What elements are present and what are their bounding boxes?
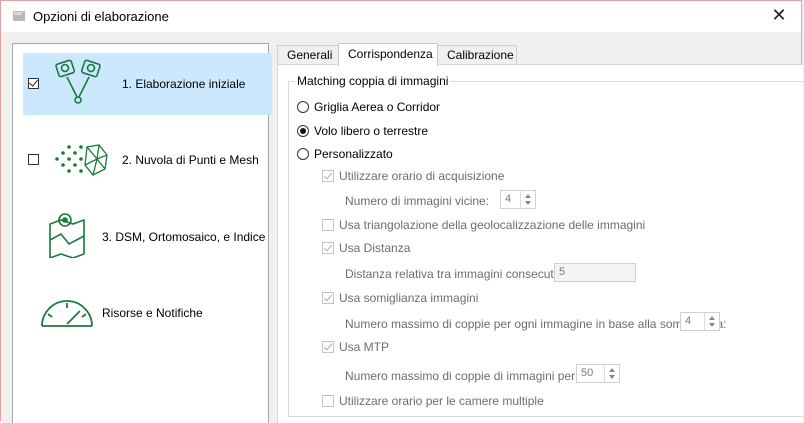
chevron-down-icon xyxy=(709,323,715,327)
use-mtp-label: Usa MTP xyxy=(339,340,390,354)
neighbors-label: Numero di immagini vicine: xyxy=(345,194,490,208)
close-button[interactable]: ✕ xyxy=(769,5,789,25)
mtp-value: 50 xyxy=(581,367,594,379)
radio-aerial-grid-label: Griglia Aerea o Corridor xyxy=(314,100,441,114)
radio-custom-label: Personalizzato xyxy=(314,147,393,161)
step-point-cloud-mesh-label: 2. Nuvola di Punti e Mesh xyxy=(122,153,259,167)
use-triangulation-label: Usa triangolazione della geolocalizzazio… xyxy=(339,218,646,232)
group-legend: Matching coppia di immagini xyxy=(295,74,451,88)
tab-calibrazione[interactable]: Calibrazione xyxy=(437,45,517,65)
matching-tab-panel: Matching coppia di immagini Griglia Aere… xyxy=(277,64,803,423)
use-capture-time-label: Utilizzare orario di acquisizione xyxy=(339,169,505,183)
use-mtp-checkbox[interactable]: Usa MTP xyxy=(322,340,389,354)
title-bar: Opzioni di elaborazione ✕ xyxy=(1,1,801,32)
use-mtp-check[interactable] xyxy=(322,341,334,353)
similarity-stepper[interactable]: 4 xyxy=(680,312,720,331)
radio-free-flight-control[interactable] xyxy=(297,125,309,137)
radio-custom[interactable]: Personalizzato xyxy=(297,147,393,161)
similarity-label: Numero massimo di coppie per ogni immagi… xyxy=(345,317,727,331)
step-point-cloud-mesh[interactable]: 2. Nuvola di Punti e Mesh xyxy=(23,129,272,191)
use-capture-time-check[interactable] xyxy=(322,170,334,182)
use-multi-camera-time-label: Utilizzare orario per le camere multiple xyxy=(339,394,544,408)
tab-corrispondenza[interactable]: Corrispondenza xyxy=(338,43,438,66)
point-cloud-icon xyxy=(55,144,108,176)
tab-generali[interactable]: Generali xyxy=(277,45,339,65)
chevron-down-icon xyxy=(609,375,615,379)
use-similarity-check[interactable] xyxy=(322,292,334,304)
distance-value: 5 xyxy=(559,266,566,278)
use-similarity-label: Usa somiglianza immagini xyxy=(339,291,479,305)
radio-free-flight[interactable]: Volo libero o terrestre xyxy=(297,124,428,138)
distance-input[interactable]: 5 xyxy=(554,263,636,282)
close-icon: ✕ xyxy=(771,5,787,25)
mtp-stepper[interactable]: 50 xyxy=(576,364,620,383)
step-resources-notifications[interactable]: Risorse e Notifiche xyxy=(23,282,272,344)
window-title: Opzioni di elaborazione xyxy=(33,9,169,24)
dialog-window: Opzioni di elaborazione ✕ 1. Elaborazion… xyxy=(0,0,803,423)
app-icon xyxy=(13,11,25,21)
similarity-arrows[interactable] xyxy=(704,313,719,330)
step-resources-notifications-label: Risorse e Notifiche xyxy=(102,306,203,320)
chevron-down-icon xyxy=(525,201,531,205)
mtp-arrows[interactable] xyxy=(604,365,619,382)
use-multi-camera-time-check[interactable] xyxy=(322,395,334,407)
map-icon xyxy=(49,213,85,258)
neighbors-arrows[interactable] xyxy=(520,191,535,208)
step-point-cloud-mesh-checkbox[interactable] xyxy=(28,154,39,165)
use-triangulation-check[interactable] xyxy=(322,219,334,231)
camera-pair-icon xyxy=(55,59,101,104)
step-dsm-orthomosaic-index[interactable]: 3. DSM, Ortomosaico, e Indice xyxy=(23,206,272,268)
radio-custom-control[interactable] xyxy=(297,148,309,160)
step-initial-processing-checkbox[interactable] xyxy=(28,78,39,89)
use-capture-time-checkbox[interactable]: Utilizzare orario di acquisizione xyxy=(322,169,504,183)
use-distance-checkbox[interactable]: Usa Distanza xyxy=(322,241,410,255)
gauge-icon xyxy=(41,300,93,327)
processing-steps-list: 1. Elaborazione iniziale 2. Nuvola di Pu… xyxy=(12,43,272,423)
similarity-value: 4 xyxy=(685,315,692,327)
use-distance-check[interactable] xyxy=(322,242,334,254)
image-pair-matching-group: Matching coppia di immagini Griglia Aere… xyxy=(288,74,803,417)
radio-free-flight-label: Volo libero o terrestre xyxy=(314,124,429,138)
radio-aerial-grid[interactable]: Griglia Aerea o Corridor xyxy=(297,100,440,114)
neighbors-stepper[interactable]: 4 xyxy=(500,190,536,209)
use-triangulation-checkbox[interactable]: Usa triangolazione della geolocalizzazio… xyxy=(322,218,645,232)
use-multi-camera-time-checkbox[interactable]: Utilizzare orario per le camere multiple xyxy=(322,394,544,408)
radio-aerial-grid-control[interactable] xyxy=(297,101,309,113)
use-similarity-checkbox[interactable]: Usa somiglianza immagini xyxy=(322,291,478,305)
step-dsm-orthomosaic-index-label: 3. DSM, Ortomosaico, e Indice xyxy=(102,230,266,244)
chevron-up-icon xyxy=(525,194,531,198)
step-initial-processing-label: 1. Elaborazione iniziale xyxy=(122,77,246,91)
chevron-up-icon xyxy=(609,368,615,372)
mtp-label: Numero massimo di coppie di immagini per… xyxy=(345,369,608,383)
chevron-up-icon xyxy=(709,316,715,320)
distance-label: Distanza relativa tra immagini consecuti… xyxy=(345,267,573,281)
use-distance-label: Usa Distanza xyxy=(339,241,411,255)
neighbors-value: 4 xyxy=(505,193,512,205)
step-initial-processing[interactable]: 1. Elaborazione iniziale xyxy=(23,53,272,115)
